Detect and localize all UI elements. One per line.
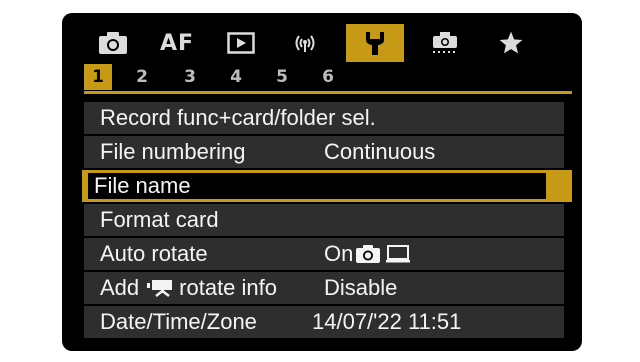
tab-playback[interactable] bbox=[212, 24, 270, 62]
page-tab-3[interactable]: 3 bbox=[176, 64, 204, 90]
menu-item-label: File numbering bbox=[100, 139, 246, 164]
star-icon bbox=[499, 31, 523, 54]
tab-setup[interactable] bbox=[346, 24, 404, 62]
movie-camera-icon bbox=[147, 280, 173, 297]
tab-custom[interactable] bbox=[416, 24, 474, 62]
menu-item-label: Record func+card/folder sel. bbox=[100, 105, 376, 130]
af-tab-label: AF bbox=[159, 30, 195, 56]
add-label-suffix: rotate info bbox=[179, 275, 277, 300]
add-label-prefix: Add bbox=[100, 275, 140, 300]
category-tabs: AF bbox=[84, 24, 572, 62]
auto-rotate-value: On bbox=[324, 238, 411, 270]
tab-my-menu[interactable] bbox=[482, 24, 540, 62]
menu-item-value: 14/07/'22 11:51 bbox=[312, 309, 462, 334]
custom-functions-icon bbox=[433, 32, 457, 53]
page-tab-1[interactable]: 1 bbox=[84, 64, 112, 90]
menu-item-value: On bbox=[324, 241, 354, 266]
page-tab-4[interactable]: 4 bbox=[222, 64, 250, 90]
menu-item-record-func[interactable]: Record func+card/folder sel. bbox=[84, 102, 564, 134]
camera-icon bbox=[99, 32, 127, 54]
camera-menu-screen: AF 1 2 3 4 5 6 Record func+card/folder s… bbox=[62, 13, 582, 351]
tab-af[interactable]: AF bbox=[148, 24, 206, 62]
camera-icon bbox=[356, 245, 381, 263]
tab-shooting[interactable] bbox=[84, 24, 142, 62]
wireless-icon bbox=[295, 35, 315, 52]
menu-item-label: Add rotate info bbox=[100, 272, 277, 304]
menu-item-value: Continuous bbox=[324, 139, 436, 164]
menu-item-label: Auto rotate bbox=[100, 241, 208, 266]
menu-list: Record func+card/folder sel. File number… bbox=[62, 102, 582, 342]
menu-item-file-name[interactable]: File name bbox=[82, 170, 572, 202]
playback-icon bbox=[227, 32, 255, 54]
menu-item-file-numbering[interactable]: File numbering Continuous bbox=[84, 136, 564, 168]
menu-item-format-card[interactable]: Format card bbox=[84, 204, 564, 236]
menu-item-value: Disable bbox=[324, 275, 398, 300]
page-tabs: 1 2 3 4 5 6 bbox=[84, 64, 572, 90]
tab-wireless[interactable] bbox=[276, 24, 334, 62]
menu-item-label: Format card bbox=[100, 207, 219, 232]
wrench-icon bbox=[366, 32, 384, 55]
page-tab-6[interactable]: 6 bbox=[314, 64, 342, 90]
page-tab-2[interactable]: 2 bbox=[128, 64, 156, 90]
menu-item-label: Date/Time/Zone bbox=[100, 309, 257, 334]
menu-item-auto-rotate[interactable]: Auto rotate On bbox=[84, 238, 564, 270]
computer-icon bbox=[386, 245, 411, 263]
menu-item-date-time-zone[interactable]: Date/Time/Zone 14/07/'22 11:51 bbox=[84, 306, 564, 338]
menu-item-add-rotate-info[interactable]: Add rotate info Disable bbox=[84, 272, 564, 304]
tab-underline bbox=[84, 91, 572, 94]
page-tab-5[interactable]: 5 bbox=[268, 64, 296, 90]
menu-item-label: File name bbox=[94, 173, 191, 198]
